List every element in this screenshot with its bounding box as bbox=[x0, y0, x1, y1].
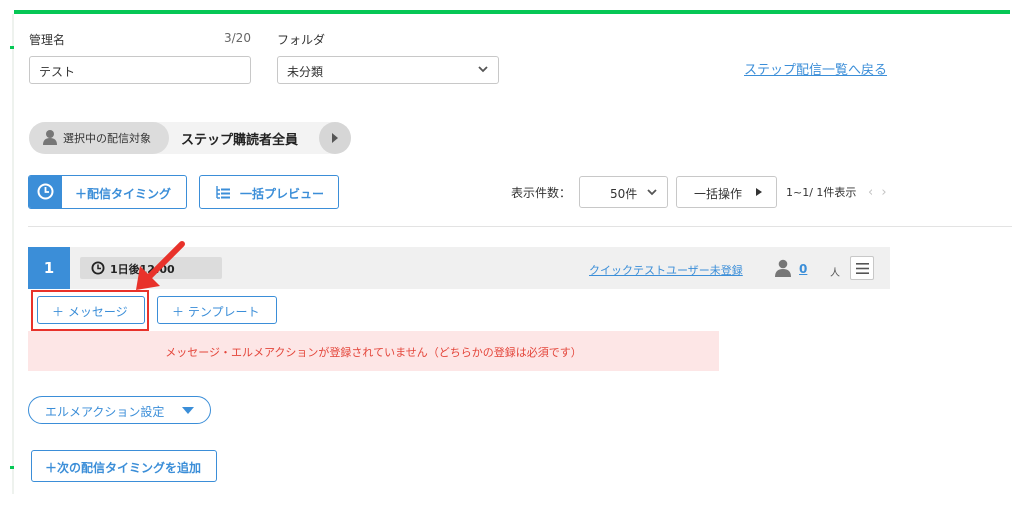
action-setting-label: エルメアクション設定 bbox=[45, 405, 165, 419]
add-template-label: ＋ テンプレート bbox=[172, 305, 260, 319]
folder-select[interactable]: 未分類 bbox=[277, 56, 499, 84]
display-count-label: 表示件数： bbox=[511, 186, 572, 200]
bulk-action-button[interactable]: 一括操作 bbox=[676, 176, 777, 208]
error-message-box: メッセージ・エルメアクションが登録されていません（どちらかの登録は必須です） bbox=[28, 331, 719, 371]
display-count-value: 50件 bbox=[610, 187, 638, 201]
error-message-text: メッセージ・エルメアクションが登録されていません（どちらかの登録は必須です） bbox=[165, 346, 582, 359]
annotation-highlight-box bbox=[31, 290, 149, 331]
pagination-range: 1~1/ 1件表示 bbox=[786, 186, 857, 199]
timing-icon-box bbox=[29, 176, 62, 208]
clock-icon bbox=[37, 183, 54, 200]
folder-label: フォルダ bbox=[277, 33, 326, 47]
name-input[interactable]: テスト bbox=[29, 56, 251, 84]
target-label-chip: 選択中の配信対象 bbox=[29, 122, 169, 154]
step-number: 1 bbox=[28, 247, 70, 289]
left-gutter bbox=[12, 14, 14, 494]
list-tree-icon bbox=[216, 186, 230, 199]
chevron-down-icon bbox=[478, 66, 488, 73]
bulk-preview-label: 一括プレビュー bbox=[240, 187, 325, 201]
target-name: ステップ購読者全員 bbox=[181, 133, 299, 148]
person-icon bbox=[775, 259, 791, 277]
folder-select-value: 未分類 bbox=[287, 65, 324, 79]
bulk-preview-button[interactable]: 一括プレビュー bbox=[199, 175, 339, 209]
caret-down-icon bbox=[182, 407, 194, 414]
add-template-button[interactable]: ＋ テンプレート bbox=[157, 296, 277, 324]
target-label: 選択中の配信対象 bbox=[63, 132, 151, 145]
step-menu-button[interactable] bbox=[850, 256, 874, 280]
add-timing-button[interactable]: ＋配信タイミング bbox=[28, 175, 187, 209]
top-accent-bar bbox=[14, 10, 1010, 14]
delivery-target-pill: 選択中の配信対象 ステップ購読者全員 bbox=[29, 122, 351, 154]
section-divider bbox=[28, 226, 1012, 227]
add-next-timing-button[interactable]: ＋次の配信タイミングを追加 bbox=[31, 450, 217, 482]
add-next-timing-label: ＋次の配信タイミングを追加 bbox=[45, 461, 202, 475]
user-icon bbox=[43, 130, 57, 145]
next-page-icon[interactable]: › bbox=[881, 185, 886, 200]
action-setting-dropdown[interactable]: エルメアクション設定 bbox=[28, 396, 211, 424]
play-arrow-icon bbox=[332, 133, 338, 143]
user-count-unit: 人 bbox=[830, 268, 840, 279]
pagination-arrows: ‹ › bbox=[868, 185, 887, 200]
gutter-marker bbox=[10, 466, 14, 469]
target-change-button[interactable] bbox=[319, 122, 351, 154]
caret-right-icon bbox=[756, 188, 762, 196]
add-timing-label: ＋配信タイミング bbox=[75, 187, 172, 201]
name-char-counter: 3/20 bbox=[224, 31, 251, 45]
back-to-list-link[interactable]: ステップ配信一覧へ戻る bbox=[744, 59, 887, 78]
hamburger-menu-icon bbox=[856, 263, 869, 274]
gutter-marker bbox=[10, 46, 14, 49]
user-count-link[interactable]: 0 bbox=[799, 262, 807, 276]
bulk-action-label: 一括操作 bbox=[694, 187, 743, 201]
display-count-select[interactable]: 50件 bbox=[579, 176, 668, 208]
clock-icon bbox=[91, 261, 105, 275]
prev-page-icon[interactable]: ‹ bbox=[868, 185, 873, 200]
chevron-down-icon bbox=[647, 189, 657, 196]
red-annotation-arrow-icon bbox=[136, 241, 185, 290]
quick-test-user-link[interactable]: クイックテストユーザー未登録 bbox=[589, 262, 743, 278]
name-label: 管理名 bbox=[29, 33, 66, 47]
